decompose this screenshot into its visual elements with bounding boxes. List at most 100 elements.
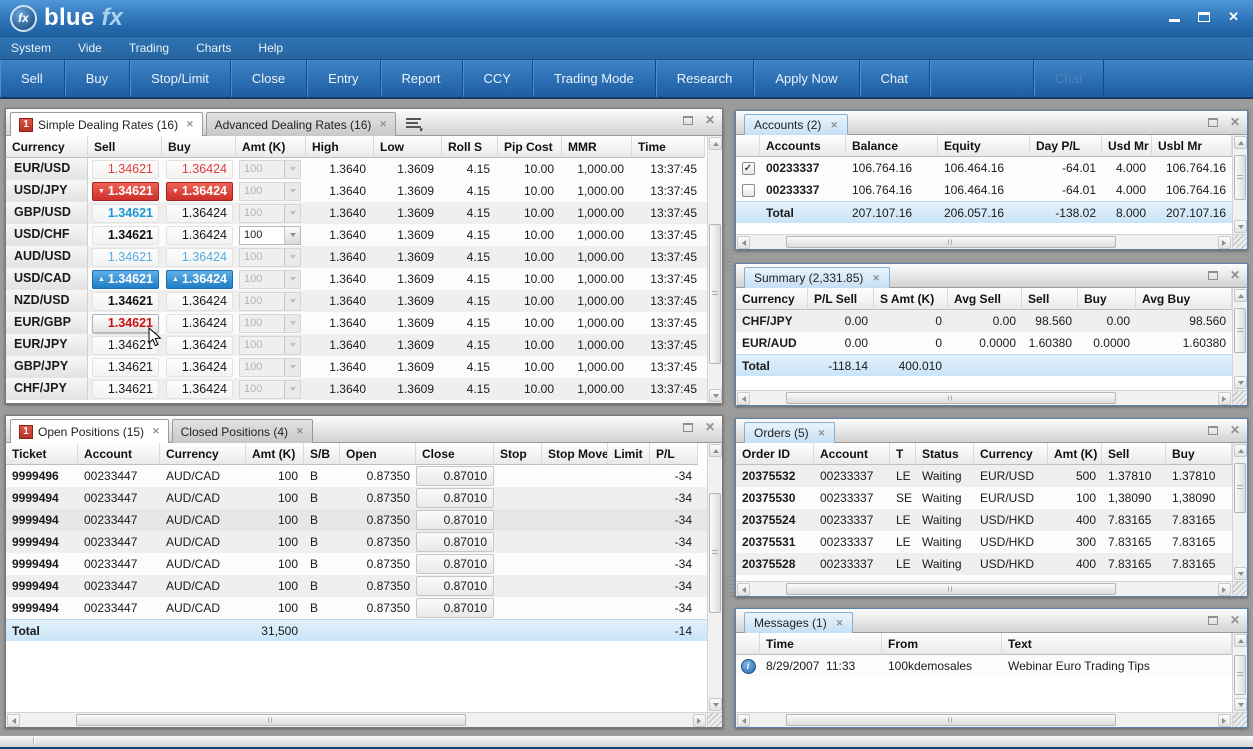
buy-price-button[interactable]: 1.36424 — [166, 204, 233, 223]
summary-vertical-scrollbar[interactable] — [1232, 288, 1247, 390]
scroll-down-icon[interactable] — [1234, 376, 1247, 389]
order-row[interactable]: 2037553000233337SEWaitingEUR/USD1001,380… — [736, 487, 1247, 509]
column-header-roll-s[interactable]: Roll S — [442, 136, 498, 158]
close-price-button[interactable]: 0.87010 — [416, 598, 494, 618]
summary-horizontal-scrollbar[interactable] — [736, 390, 1232, 405]
position-row[interactable]: 999949400233447AUD/CAD100B0.873500.87010… — [6, 553, 722, 575]
scrollbar-thumb[interactable] — [786, 714, 1116, 726]
column-header-time[interactable]: Time — [760, 633, 882, 655]
sell-price-button[interactable]: 1.34621 — [92, 336, 159, 355]
scroll-left-icon[interactable] — [737, 583, 750, 596]
scroll-down-icon[interactable] — [709, 389, 722, 402]
window-minimize-icon[interactable] — [1169, 19, 1180, 22]
scrollbar-thumb[interactable] — [786, 583, 1116, 595]
position-row[interactable]: 999949400233447AUD/CAD100B0.873500.87010… — [6, 509, 722, 531]
column-header-p-l[interactable]: P/L — [650, 443, 698, 465]
dealing-vertical-scrollbar[interactable] — [707, 136, 722, 403]
column-header-close[interactable]: Close — [416, 443, 494, 465]
scroll-up-icon[interactable] — [1234, 634, 1247, 647]
buy-price-button[interactable]: 1.36424 — [166, 380, 233, 399]
menu-item-system[interactable]: System — [11, 41, 51, 55]
accounts-vertical-scrollbar[interactable] — [1232, 135, 1247, 234]
close-price-button[interactable]: 0.87010 — [416, 466, 494, 486]
orders-tab[interactable]: Orders (5) ✕ — [744, 422, 835, 443]
toolbar-apply-now-button[interactable]: Apply Now — [754, 60, 859, 97]
column-header-status[interactable]: Status — [916, 443, 974, 465]
column-header-limit[interactable]: Limit — [608, 443, 650, 465]
column-header-blank[interactable] — [736, 633, 760, 655]
dealing-row-gbp-jpy[interactable]: GBP/JPY1.346211.364241001.36401.36094.15… — [6, 356, 722, 378]
close-price-button[interactable]: 0.87010 — [416, 576, 494, 596]
dealing-row-gbp-usd[interactable]: GBP/USD1.346211.364241001.36401.36094.15… — [6, 202, 722, 224]
scroll-down-icon[interactable] — [1234, 220, 1247, 233]
column-header-buy[interactable]: Buy — [162, 136, 236, 158]
account-row[interactable]: ✓00233337106.764.16106.464.16-64.014.000… — [736, 157, 1247, 179]
buy-price-button[interactable]: 1.36424 — [166, 292, 233, 311]
accounts-horizontal-scrollbar[interactable] — [736, 234, 1232, 249]
scroll-down-icon[interactable] — [1234, 698, 1247, 711]
scrollbar-thumb[interactable] — [786, 236, 1116, 248]
toolbar-stop-limit-button[interactable]: Stop/Limit — [130, 60, 231, 97]
order-row[interactable]: 2037552400233337LEWaitingUSD/HKD4007.831… — [736, 509, 1247, 531]
scroll-right-icon[interactable] — [693, 714, 706, 727]
scrollbar-thumb[interactable] — [76, 714, 466, 726]
menu-item-charts[interactable]: Charts — [196, 41, 231, 55]
tab-close-icon[interactable]: ✕ — [830, 120, 838, 131]
splitter-grip[interactable] — [724, 576, 733, 598]
scrollbar-thumb[interactable] — [1234, 155, 1246, 200]
dealing-tab-advanced-dealing-rates-16[interactable]: Advanced Dealing Rates (16)✕ — [206, 112, 396, 136]
scroll-left-icon[interactable] — [737, 236, 750, 249]
scroll-down-icon[interactable] — [709, 698, 722, 711]
column-header-amt-k[interactable]: Amt (K) — [236, 136, 306, 158]
column-header-balance[interactable]: Balance — [846, 135, 938, 157]
column-header-avg-buy[interactable]: Avg Buy — [1136, 288, 1232, 310]
resize-grip[interactable] — [707, 712, 722, 727]
panel-close-icon[interactable]: ✕ — [705, 114, 715, 126]
buy-price-button[interactable]: ▲1.36424 — [166, 270, 233, 289]
sell-price-button[interactable]: 1.34621 — [92, 314, 159, 333]
close-price-button[interactable]: 0.87010 — [416, 488, 494, 508]
position-row[interactable]: 999949400233447AUD/CAD100B0.873500.87010… — [6, 487, 722, 509]
tab-close-icon[interactable]: ✕ — [836, 618, 844, 629]
column-header-currency[interactable]: Currency — [736, 288, 808, 310]
column-header-s-amt-k[interactable]: S Amt (K) — [874, 288, 948, 310]
sell-price-button[interactable]: 1.34621 — [92, 160, 159, 179]
splitter-grip[interactable] — [724, 249, 733, 271]
amount-dropdown[interactable]: 100 — [239, 226, 301, 245]
scroll-left-icon[interactable] — [737, 392, 750, 405]
scrollbar-thumb[interactable] — [786, 392, 1116, 404]
positions-tab-open-positions-15[interactable]: 1Open Positions (15)✕ — [10, 419, 169, 443]
dealing-tab-simple-dealing-rates-16[interactable]: 1Simple Dealing Rates (16)✕ — [10, 112, 203, 136]
toolbar-sell-button[interactable]: Sell — [0, 60, 65, 97]
scroll-right-icon[interactable] — [1218, 236, 1231, 249]
column-header-s-b[interactable]: S/B — [304, 443, 340, 465]
panel-maximize-icon[interactable] — [1208, 426, 1218, 435]
close-price-button[interactable]: 0.87010 — [416, 532, 494, 552]
column-header-amt-k[interactable]: Amt (K) — [1048, 443, 1102, 465]
toolbar-buy-button[interactable]: Buy — [65, 60, 130, 97]
summary-row[interactable]: CHF/JPY0.0000.0098.5600.0098.560 — [736, 310, 1247, 332]
scrollbar-thumb[interactable] — [709, 493, 721, 613]
column-header-currency[interactable]: Currency — [160, 443, 246, 465]
column-header-avg-sell[interactable]: Avg Sell — [948, 288, 1022, 310]
panel-maximize-icon[interactable] — [683, 116, 693, 125]
sell-price-button[interactable]: 1.34621 — [92, 380, 159, 399]
menu-item-trading[interactable]: Trading — [129, 41, 169, 55]
column-header-amt-k[interactable]: Amt (K) — [246, 443, 304, 465]
toolbar-trading-mode-button[interactable]: Trading Mode — [533, 60, 656, 97]
toolbar-report-button[interactable]: Report — [381, 60, 463, 97]
toolbar-close-button[interactable]: Close — [231, 60, 307, 97]
dealing-row-eur-jpy[interactable]: EUR/JPY1.346211.364241001.36401.36094.15… — [6, 334, 722, 356]
sell-price-button[interactable]: 1.34621 — [92, 358, 159, 377]
column-header-blank[interactable] — [736, 135, 760, 157]
column-header-sell[interactable]: Sell — [1022, 288, 1078, 310]
dealing-row-usd-jpy[interactable]: USD/JPY▼1.34621▼1.364241001.36401.36094.… — [6, 180, 722, 202]
scroll-right-icon[interactable] — [1218, 714, 1231, 727]
column-header-buy[interactable]: Buy — [1166, 443, 1232, 465]
column-header-day-p-l[interactable]: Day P/L — [1030, 135, 1102, 157]
panel-maximize-icon[interactable] — [1208, 271, 1218, 280]
toolbar-entry-button[interactable]: Entry — [307, 60, 380, 97]
sell-price-button[interactable]: 1.34621 — [92, 204, 159, 223]
position-row[interactable]: 999949600233447AUD/CAD100B0.873500.87010… — [6, 465, 722, 487]
column-header-usd-mr[interactable]: Usd Mr — [1102, 135, 1152, 157]
